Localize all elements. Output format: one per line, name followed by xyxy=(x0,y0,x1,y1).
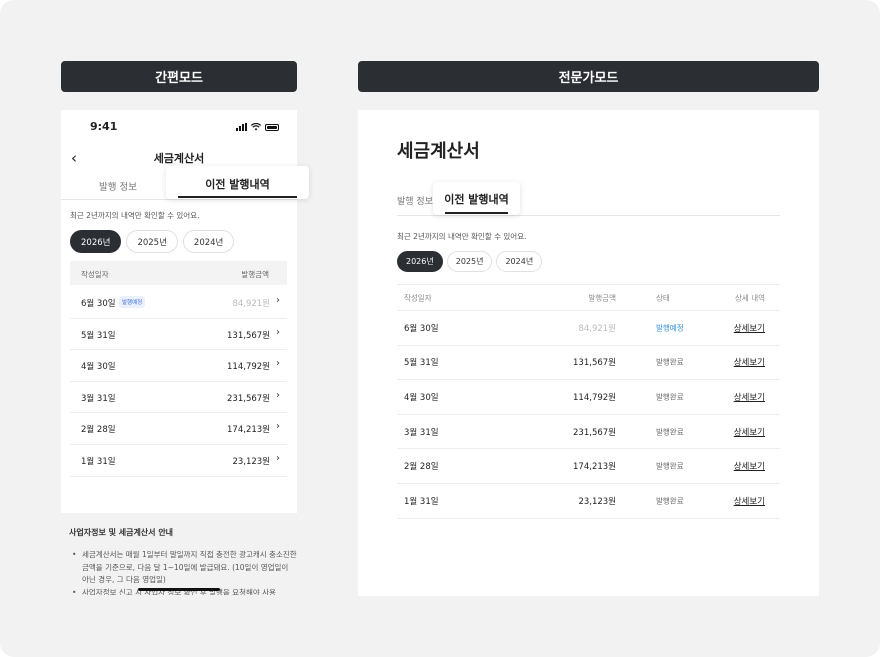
row-status: 발행완료 xyxy=(656,392,684,402)
row-amount: 174,213원 xyxy=(573,462,616,473)
detail-link[interactable]: 상세보기 xyxy=(734,322,765,334)
chevron-right-icon: › xyxy=(276,421,280,433)
tab-issue-history[interactable]: 이전 발행내역 xyxy=(433,182,520,215)
column-amount: 발행금액 xyxy=(588,293,616,302)
row-status: 발행완료 xyxy=(656,357,684,367)
row-date: 6월 30일 xyxy=(81,299,116,309)
page-title: 세금계산서 xyxy=(153,152,205,165)
year-chip-2026[interactable]: 2026년 xyxy=(70,230,122,253)
list-item[interactable]: 5월 31일 131,567원 › xyxy=(70,319,287,351)
list-item[interactable]: 2월 28일 174,213원 › xyxy=(70,413,287,445)
detail-link[interactable]: 상세보기 xyxy=(734,426,765,438)
guide-item: 세금계산서는 매월 1일부터 말일까지 직접 충전한 광고캐시 충소진한 금액을… xyxy=(69,549,297,587)
row-amount: 231,567원 xyxy=(227,393,270,404)
tab-issue-history[interactable]: 이전 발행내역 xyxy=(166,166,309,199)
signal-icon xyxy=(236,123,247,131)
table-row: 4월 30일 114,792원 발행완료 상세보기 xyxy=(397,380,780,415)
guide-title: 사업자정보 및 세금계산서 안내 xyxy=(69,528,174,537)
chevron-right-icon: › xyxy=(276,389,280,401)
column-date: 작성일자 xyxy=(404,293,432,302)
table-row: 2월 28일 174,213원 발행완료 상세보기 xyxy=(397,449,780,484)
table-header: 작성일자 발행금액 상태 상세 내역 xyxy=(397,284,780,311)
row-date: 4월 30일 xyxy=(81,362,116,373)
table-row: 1월 31일 23,123원 발행완료 상세보기 xyxy=(397,484,780,519)
list-item[interactable]: 6월 30일 발행예정 84,921원 › xyxy=(70,287,287,319)
list-item[interactable]: 3월 31일 231,567원 › xyxy=(70,382,287,414)
table-header: 작성일자 발행금액 xyxy=(70,261,287,285)
invoice-list: 6월 30일 발행예정 84,921원 › 5월 31일 131,567원 › … xyxy=(70,287,287,477)
year-chip-2024[interactable]: 2024년 xyxy=(182,230,235,253)
row-date: 1월 31일 xyxy=(81,456,116,467)
row-status: 발행완료 xyxy=(656,461,684,471)
row-date: 2월 28일 xyxy=(404,462,439,473)
tab-issue-info[interactable]: 발행 정보 xyxy=(397,194,433,207)
detail-link[interactable]: 상세보기 xyxy=(734,356,765,368)
invoice-table: 작성일자 발행금액 상태 상세 내역 6월 30일 84,921원 발행예정 상… xyxy=(397,284,780,519)
year-chip-2025[interactable]: 2025년 xyxy=(446,251,493,272)
row-amount: 84,921원 xyxy=(578,323,616,334)
year-chip-2026[interactable]: 2026년 xyxy=(397,251,443,272)
row-amount: 23,123원 xyxy=(232,456,270,467)
detail-link[interactable]: 상세보기 xyxy=(734,391,765,403)
year-filter: 2026년 2025년 2024년 xyxy=(70,230,235,253)
year-filter: 2026년 2025년 2024년 xyxy=(397,251,543,272)
row-amount: 114,792원 xyxy=(227,362,270,373)
expert-page-title: 세금계산서 xyxy=(397,141,480,162)
row-date: 4월 30일 xyxy=(404,392,439,403)
list-item[interactable]: 4월 30일 114,792원 › xyxy=(70,350,287,382)
history-notice: 최근 2년까지의 내역만 확인할 수 있어요. xyxy=(397,232,527,241)
simple-mode-label: 간편모드 xyxy=(61,61,297,92)
nav-bar: ‹ 세금계산서 xyxy=(61,146,297,168)
chevron-right-icon: › xyxy=(276,326,280,338)
row-amount: 131,567원 xyxy=(227,330,270,341)
detail-link[interactable]: 상세보기 xyxy=(734,460,765,472)
column-amount: 발행금액 xyxy=(241,270,269,279)
row-status: 발행완료 xyxy=(656,427,684,437)
status-time: 9:41 xyxy=(90,120,118,133)
column-status: 상태 xyxy=(656,293,670,302)
list-item[interactable]: 1월 31일 23,123원 › xyxy=(70,445,287,477)
row-amount: 231,567원 xyxy=(573,427,616,438)
expert-mode-label: 전문가모드 xyxy=(358,61,819,92)
tab-issue-info[interactable]: 발행 정보 xyxy=(99,179,137,193)
column-date: 작성일자 xyxy=(81,270,109,279)
detail-link[interactable]: 상세보기 xyxy=(734,495,765,507)
expert-panel: 세금계산서 발행 정보 이전 발행내역 최근 2년까지의 내역만 확인할 수 있… xyxy=(358,110,819,596)
status-bar: 9:41 xyxy=(61,120,297,136)
row-amount: 114,792원 xyxy=(573,392,616,403)
phone-screen: 9:41 ‹ 세금계산서 발행 정보 이전 발행내역 최근 2년까지의 내역만 … xyxy=(61,110,309,513)
table-row: 3월 31일 231,567원 발행완료 상세보기 xyxy=(397,415,780,450)
row-date: 3월 31일 xyxy=(81,393,116,404)
row-date: 1월 31일 xyxy=(404,496,439,507)
chevron-right-icon: › xyxy=(276,295,280,306)
table-row: 6월 30일 84,921원 발행예정 상세보기 xyxy=(397,311,780,346)
battery-icon xyxy=(265,123,279,131)
expert-tabs: 발행 정보 이전 발행내역 xyxy=(397,182,780,216)
wifi-icon xyxy=(251,123,261,131)
chevron-right-icon: › xyxy=(276,452,280,464)
row-status: 발행예정 xyxy=(656,323,684,333)
row-date: 6월 30일 xyxy=(404,323,439,334)
row-amount: 84,921원 xyxy=(232,299,270,309)
row-date: 5월 31일 xyxy=(404,358,439,369)
status-badge: 발행예정 xyxy=(119,296,146,308)
row-date: 3월 31일 xyxy=(404,427,439,438)
table-row: 5월 31일 131,567원 발행완료 상세보기 xyxy=(397,346,780,381)
row-amount: 174,213원 xyxy=(227,425,270,436)
chevron-right-icon: › xyxy=(276,358,280,370)
row-amount: 23,123원 xyxy=(578,496,616,507)
home-indicator xyxy=(138,588,220,591)
row-amount: 131,567원 xyxy=(573,358,616,369)
column-detail: 상세 내역 xyxy=(735,293,765,302)
business-info-guide: 사업자정보 및 세금계산서 안내 세금계산서는 매월 1일부터 말일까지 직접 … xyxy=(61,527,297,595)
year-chip-2025[interactable]: 2025년 xyxy=(126,230,178,253)
year-chip-2024[interactable]: 2024년 xyxy=(496,251,543,272)
row-date: 2월 28일 xyxy=(81,425,116,436)
row-status: 발행완료 xyxy=(656,496,684,506)
phone-tabs: 발행 정보 이전 발행내역 xyxy=(61,166,309,200)
canvas: 간편모드 전문가모드 9:41 ‹ 세금계산서 발행 정보 이전 발행내역 최근… xyxy=(0,0,880,657)
history-notice: 최근 2년까지의 내역만 확인할 수 있어요. xyxy=(70,211,200,220)
row-date: 5월 31일 xyxy=(81,330,116,341)
